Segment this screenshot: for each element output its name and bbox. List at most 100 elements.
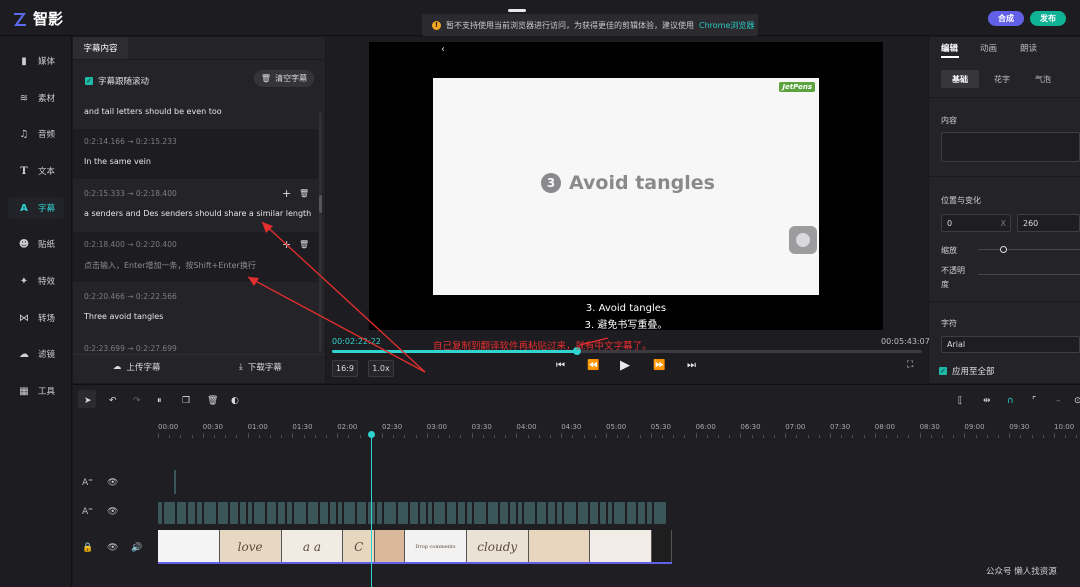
subtitle-track[interactable] xyxy=(158,500,672,526)
subtitle-clip[interactable] xyxy=(377,502,382,524)
undo-icon[interactable]: ↶ xyxy=(109,396,117,406)
subtitle-clip[interactable] xyxy=(578,502,588,524)
delete-icon[interactable]: 🗑 xyxy=(207,396,218,406)
ruler-tick xyxy=(863,435,865,438)
opacity-slider[interactable] xyxy=(978,274,1080,275)
subtitle-clip[interactable] xyxy=(647,502,652,524)
copy-icon[interactable]: ❐ xyxy=(182,396,190,406)
playhead-handle[interactable] xyxy=(368,431,375,438)
subtitle-clip[interactable] xyxy=(398,502,408,524)
subtitle-clip[interactable] xyxy=(294,502,306,524)
lock-icon[interactable]: 🔒 xyxy=(82,543,93,553)
subtitle-clip[interactable] xyxy=(524,502,535,524)
subtitle-clip[interactable] xyxy=(467,502,472,524)
subtitle-clip[interactable] xyxy=(434,502,445,524)
subtitle-clip[interactable] xyxy=(608,502,612,524)
subtitle-clip[interactable] xyxy=(488,502,498,524)
subtitle-clip[interactable] xyxy=(600,502,606,524)
ruler-tick xyxy=(583,435,585,438)
ruler-tick xyxy=(650,433,652,438)
video-track[interactable]: love a a C Drop comments cloudy xyxy=(158,530,672,564)
subtitle-clip[interactable] xyxy=(188,502,195,524)
subtitle-clip[interactable] xyxy=(590,502,598,524)
subtitle-clip[interactable] xyxy=(548,502,555,524)
subtitle-clip[interactable] xyxy=(537,502,546,524)
content-textarea[interactable] xyxy=(941,132,1080,162)
eye-icon[interactable]: 👁 xyxy=(107,478,118,488)
subtitle-clip[interactable] xyxy=(654,502,666,524)
video-thumbnail xyxy=(652,530,672,562)
subtitle-clip[interactable] xyxy=(330,502,336,524)
zoom-fit-icon[interactable]: ⊙ xyxy=(1074,396,1080,406)
subtitle-clip[interactable] xyxy=(474,502,486,524)
subtitle-clip[interactable] xyxy=(357,502,366,524)
tab-edit[interactable]: 编辑 xyxy=(941,42,958,54)
font-select[interactable]: Arial xyxy=(941,336,1080,353)
subtitle-clip[interactable] xyxy=(230,502,238,524)
position-label: 位置与变化 xyxy=(941,196,981,205)
segment-fancy-text[interactable]: 花字 xyxy=(983,70,1021,88)
subtitle-clip[interactable] xyxy=(500,502,508,524)
timeline-ruler[interactable]: 00:00 00:30 01:00 01:30 02:00 02:30 03:00 03:30… xyxy=(152,418,1080,438)
subtitle-clip[interactable] xyxy=(177,502,186,524)
apply-all-checkbox[interactable]: ✓ 应用至全部 xyxy=(939,365,995,377)
x-position-input[interactable]: 0 X xyxy=(941,214,1011,232)
subtitle-clip[interactable] xyxy=(557,502,562,524)
subtitle-clip[interactable] xyxy=(344,502,355,524)
subtitle-clip[interactable] xyxy=(174,470,176,494)
subtitle-clip[interactable] xyxy=(197,502,202,524)
y-position-input[interactable]: 260 xyxy=(1017,214,1080,232)
ruler-tick xyxy=(348,435,350,438)
subtitle-clip[interactable] xyxy=(278,502,285,524)
subtitle-clip[interactable] xyxy=(164,502,175,524)
zoom-in-icon[interactable]: ⌜ xyxy=(1032,396,1036,406)
playhead[interactable] xyxy=(371,432,372,587)
scale-slider-knob[interactable] xyxy=(1000,246,1007,253)
subtitle-clip[interactable] xyxy=(338,502,342,524)
zoom-slider-icon[interactable]: – xyxy=(1056,396,1061,406)
segment-basic[interactable]: 基础 xyxy=(941,70,979,88)
subtitle-clip[interactable] xyxy=(420,502,426,524)
subtitle-clip[interactable] xyxy=(447,502,456,524)
mirror-icon[interactable]: ⇹ xyxy=(983,396,991,406)
scale-slider[interactable] xyxy=(978,249,1080,250)
subtitle-clip[interactable] xyxy=(254,502,265,524)
ruler-tick xyxy=(426,433,428,438)
subtitle-clip[interactable] xyxy=(564,502,576,524)
subtitle-clip[interactable] xyxy=(267,502,276,524)
tab-read-aloud[interactable]: 朗读 xyxy=(1020,42,1037,54)
redo-icon[interactable]: ↷ xyxy=(133,396,141,406)
freeze-icon[interactable]: ◐ xyxy=(231,396,239,406)
eye-icon[interactable]: 👁 xyxy=(107,507,118,517)
tab-animation[interactable]: 动画 xyxy=(980,42,997,54)
subtitle-clip[interactable] xyxy=(458,502,465,524)
subtitle-clip[interactable] xyxy=(627,502,636,524)
video-thumbnail xyxy=(590,530,653,562)
subtitle-clip[interactable] xyxy=(204,502,216,524)
subtitle-clip[interactable] xyxy=(384,502,396,524)
select-cursor-icon[interactable]: ➤ xyxy=(84,396,92,406)
split-screen-icon[interactable]: ⟦ xyxy=(958,396,962,406)
subtitle-clip[interactable] xyxy=(308,502,318,524)
subtitle-clip[interactable] xyxy=(158,502,162,524)
subtitle-clip[interactable] xyxy=(240,502,246,524)
subtitle-clip[interactable] xyxy=(428,502,432,524)
subtitle-clip[interactable] xyxy=(218,502,228,524)
eye-icon[interactable]: 👁 xyxy=(107,543,118,553)
subtitle-clip[interactable] xyxy=(410,502,418,524)
segment-bubble[interactable]: 气泡 xyxy=(1024,70,1062,88)
split-icon[interactable]: ⏸ xyxy=(157,396,162,406)
subtitle-clip[interactable] xyxy=(518,502,522,524)
volume-icon[interactable]: 🔊 xyxy=(131,543,142,553)
apply-all-label: 应用至全部 xyxy=(952,367,995,377)
subtitle-clip[interactable] xyxy=(510,502,516,524)
subtitle-clip[interactable] xyxy=(287,502,292,524)
subtitle-clip[interactable] xyxy=(320,502,328,524)
magnet-icon[interactable]: ∩ xyxy=(1007,396,1014,406)
subtitle-clip[interactable] xyxy=(248,502,252,524)
subtitle-clip[interactable] xyxy=(614,502,625,524)
subtitle-clip[interactable] xyxy=(638,502,645,524)
ruler-tick xyxy=(796,435,798,438)
ruler-tick xyxy=(908,435,910,438)
ruler-tick xyxy=(281,435,283,438)
